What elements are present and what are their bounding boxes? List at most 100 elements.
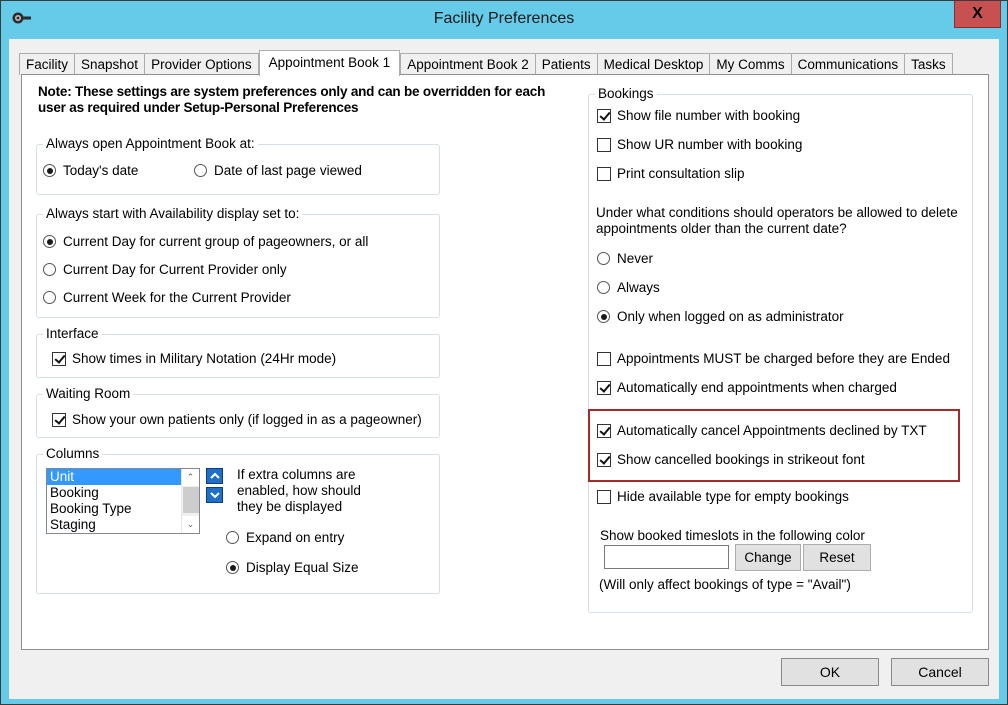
radio-label: Date of last page viewed [214,163,362,178]
move-up-button[interactable] [206,468,223,484]
checkbox-show-ur-number[interactable]: Show UR number with booking [597,137,802,152]
checkbox-label: Show UR number with booking [617,137,803,152]
radio-label: Never [617,251,654,266]
columns-group: Columns Unit Booking Booking Type Stagin… [36,446,440,594]
radio-label: Current Week for the Current Provider [63,290,291,305]
radio-indicator [43,235,56,248]
extra-columns-text-line: they be displayed [237,499,343,514]
availability-group: Always start with Availability display s… [36,206,440,318]
system-preferences-note: Note: These settings are system preferen… [38,84,598,116]
radio-label: Only when logged on as administrator [617,309,844,324]
highlight-annotation-box [588,409,960,482]
extra-columns-text-line: If extra columns are [237,467,356,482]
checkbox-label: Show your own patients only (if logged i… [72,412,422,427]
question-line: appointments older than the current date… [596,221,847,236]
radio-display-equal-size[interactable]: Display Equal Size [226,560,359,575]
radio-indicator [43,164,56,177]
checkbox-auto-end[interactable]: Automatically end appointments when char… [597,380,897,395]
radio-todays-date[interactable]: Today's date [43,163,138,178]
bookings-group-label: Bookings [595,86,657,102]
window-title: Facility Preferences [433,10,575,27]
bookings-group: Bookings Show file number with booking S… [588,86,973,613]
tab-strip: Facility Snapshot Provider Options Appoi… [19,50,953,76]
tab-appointment-book-1[interactable]: Appointment Book 1 [258,50,401,76]
radio-label: Display Equal Size [246,560,359,575]
checkbox-label: Show times in Military Notation (24Hr mo… [72,351,337,366]
checkbox-label: Hide available type for empty bookings [617,489,849,504]
radio-label: Expand on entry [246,530,345,545]
radio-indicator [597,252,610,265]
tab-communications[interactable]: Communications [790,53,906,75]
radio-expand-on-entry[interactable]: Expand on entry [226,530,344,545]
open-book-group-label: Always open Appointment Book at: [43,136,258,152]
checkbox-must-charge[interactable]: Appointments MUST be charged before they… [597,351,950,366]
radio-indicator [194,164,207,177]
checkbox-indicator [597,489,611,504]
extra-columns-text-line: enabled, how should [237,483,361,498]
radio-label: Current Day for Current Provider only [63,262,287,277]
radio-label: Today's date [63,163,139,178]
cancel-button[interactable]: Cancel [891,658,989,686]
radio-current-day-provider[interactable]: Current Day for Current Provider only [43,262,287,277]
list-item[interactable]: Staging [47,517,181,533]
checkbox-print-consultation-slip[interactable]: Print consultation slip [597,166,745,181]
radio-current-day-group[interactable]: Current Day for current group of pageown… [43,234,368,249]
radio-delete-never[interactable]: Never [597,251,653,266]
radio-indicator [43,291,56,304]
title-bar[interactable]: Facility Preferences X [1,1,1007,39]
move-down-button[interactable] [206,487,223,503]
change-color-button[interactable]: Change [735,544,801,571]
radio-indicator [597,281,610,294]
waiting-room-group: Waiting Room Show your own patients only… [36,386,440,438]
reset-color-button[interactable]: Reset [803,544,871,571]
radio-indicator [597,310,610,323]
radio-label: Current Day for current group of pageown… [63,234,369,249]
scroll-down-arrow-icon[interactable]: ⌄ [182,516,199,533]
note-line-2: user as required under Setup-Personal Pr… [38,100,359,115]
checkbox-indicator [52,412,66,427]
radio-indicator [226,531,239,544]
note-line-1: Note: These settings are system preferen… [38,84,546,99]
tab-tasks[interactable]: Tasks [904,53,953,75]
checkbox-label: Appointments MUST be charged before they… [617,351,950,366]
scroll-thumb[interactable] [183,487,199,513]
radio-current-week-provider[interactable]: Current Week for the Current Provider [43,290,291,305]
tab-medical-desktop[interactable]: Medical Desktop [596,53,711,75]
close-button[interactable]: X [954,1,1001,28]
chevron-up-icon [209,472,220,479]
checkbox-own-patients[interactable]: Show your own patients only (if logged i… [52,412,422,427]
checkbox-hide-available-type[interactable]: Hide available type for empty bookings [597,489,849,504]
columns-listbox[interactable]: Unit Booking Booking Type Staging ⌃ ⌄ [46,468,200,534]
list-item[interactable]: Unit [47,469,181,485]
interface-group: Interface Show times in Military Notatio… [36,326,440,378]
tab-snapshot[interactable]: Snapshot [74,53,146,75]
availability-group-label: Always start with Availability display s… [43,206,303,222]
open-book-group: Always open Appointment Book at: Today's… [36,136,440,195]
tab-patients[interactable]: Patients [534,53,598,75]
list-item[interactable]: Booking Type [47,501,181,517]
radio-delete-admin-only[interactable]: Only when logged on as administrator [597,309,844,324]
checkbox-military-time[interactable]: Show times in Military Notation (24Hr mo… [52,351,336,366]
listbox-scrollbar[interactable]: ⌃ ⌄ [181,469,199,533]
tab-facility[interactable]: Facility [19,53,76,75]
scroll-up-arrow-icon[interactable]: ⌃ [182,469,199,486]
checkbox-indicator [597,108,611,123]
radio-last-page-viewed[interactable]: Date of last page viewed [194,163,362,178]
radio-delete-always[interactable]: Always [597,280,660,295]
radio-label: Always [617,280,660,295]
tab-appointment-book-2[interactable]: Appointment Book 2 [400,53,536,75]
checkbox-indicator [597,380,611,395]
checkbox-show-file-number[interactable]: Show file number with booking [597,108,800,123]
close-icon: X [972,5,983,22]
checkbox-label: Print consultation slip [617,166,745,181]
ok-button[interactable]: OK [781,658,879,686]
list-item[interactable]: Booking [47,485,181,501]
tab-provider-options[interactable]: Provider Options [144,53,259,75]
facility-preferences-window: Facility Preferences X Facility Snapshot… [0,0,1008,705]
extra-columns-text: If extra columns are enabled, how should… [237,467,361,515]
checkbox-indicator [597,137,611,152]
tab-my-comms[interactable]: My Comms [709,53,792,75]
booked-color-swatch[interactable] [604,545,729,569]
radio-indicator [43,263,56,276]
chevron-down-icon [209,492,220,499]
